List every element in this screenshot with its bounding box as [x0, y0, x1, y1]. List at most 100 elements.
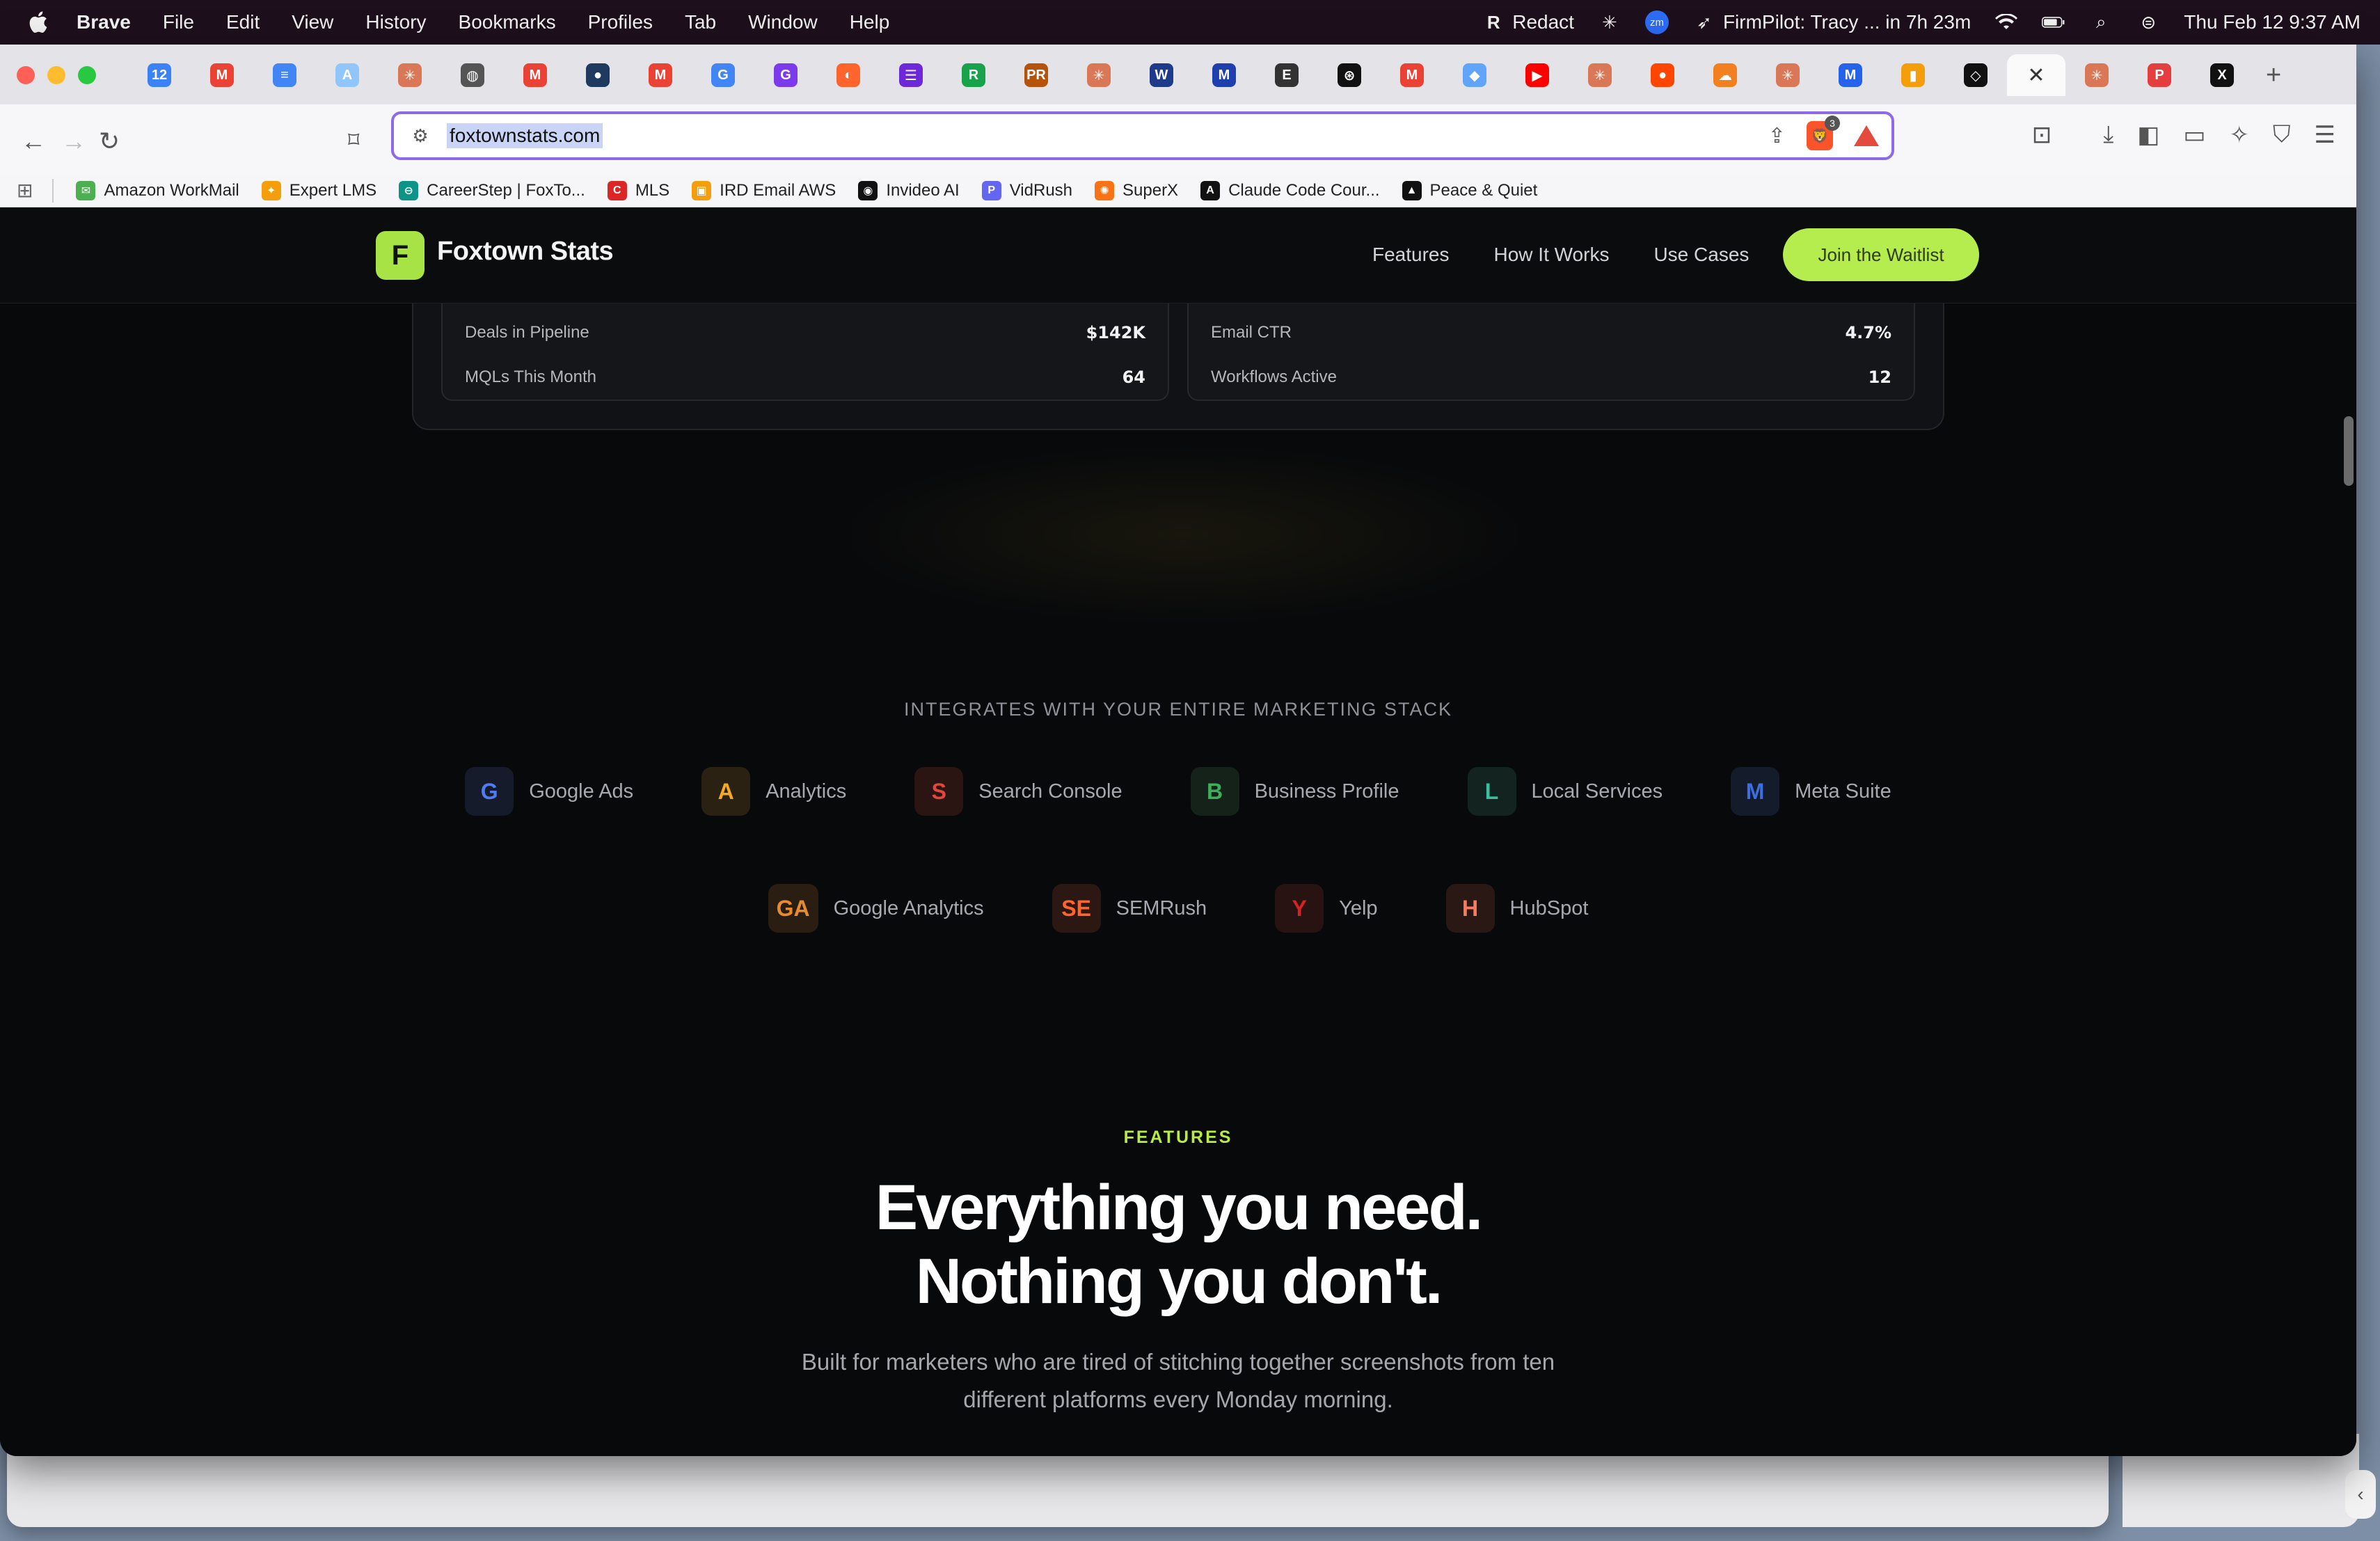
wifi-icon[interactable] — [1994, 10, 2018, 34]
bookmark-item[interactable]: C MLS — [607, 180, 669, 200]
browser-tab[interactable]: ● — [566, 54, 629, 96]
menu-view[interactable]: View — [292, 11, 333, 33]
minimize-window-button[interactable] — [47, 66, 65, 84]
sidebar-toggle-icon[interactable]: ◧ — [2137, 121, 2159, 149]
reload-icon[interactable]: ↻ — [99, 127, 120, 156]
bookmark-item[interactable]: ◉ Invideo AI — [858, 180, 960, 200]
browser-tab[interactable]: ✳ — [1068, 54, 1130, 96]
browser-tab[interactable]: ⊛ — [1318, 54, 1381, 96]
browser-tab[interactable]: R — [942, 54, 1005, 96]
battery-icon[interactable] — [2042, 10, 2065, 34]
browser-tab[interactable]: ✳ — [1569, 54, 1631, 96]
page-scrollbar[interactable] — [2344, 416, 2354, 486]
browser-tab[interactable]: A — [316, 54, 379, 96]
nav-link-use-cases[interactable]: Use Cases — [1653, 244, 1749, 266]
bookmark-item[interactable]: ✦ Expert LMS — [261, 180, 376, 200]
site-settings-icon[interactable]: ⚙ — [406, 125, 434, 147]
close-window-button[interactable] — [17, 66, 35, 84]
metric-row: MQLs This Month 64 — [465, 368, 1145, 387]
downloads-icon[interactable]: ⤓ — [2103, 121, 2113, 149]
vpn-icon[interactable]: ⛉ — [2273, 121, 2291, 149]
back-icon[interactable]: ← — [21, 127, 46, 156]
browser-tab[interactable]: ✕ — [2007, 54, 2065, 96]
browser-tab[interactable]: M — [191, 54, 253, 96]
browser-tab[interactable]: ☰ — [880, 54, 942, 96]
control-center-icon[interactable]: ⊜ — [2136, 10, 2160, 34]
browser-tab[interactable]: ● — [1631, 54, 1694, 96]
menubar-clock[interactable]: Thu Feb 12 9:37 AM — [2184, 11, 2361, 33]
bookmark-item[interactable]: ✉ Amazon WorkMail — [76, 180, 239, 200]
main-menu-icon[interactable]: ☰ — [2315, 121, 2335, 149]
browser-tab[interactable]: ▶ — [1506, 54, 1569, 96]
browser-tab[interactable]: PR — [1005, 54, 1068, 96]
browser-tab[interactable]: 12 — [128, 54, 191, 96]
bookmark-item[interactable]: ✺ SuperX — [1095, 180, 1178, 200]
bookmark-item[interactable]: A Claude Code Cour... — [1200, 180, 1380, 200]
browser-tab[interactable]: M — [629, 54, 692, 96]
claude-menubar-icon[interactable]: ✳ — [1598, 10, 1621, 34]
menu-file[interactable]: File — [163, 11, 194, 33]
site-brand-name[interactable]: Foxtown Stats — [437, 237, 614, 267]
browser-tab[interactable]: M — [1819, 54, 1882, 96]
integration-badge: H — [1445, 884, 1495, 933]
address-bar[interactable]: ⚙ foxtownstats.com ⇪ 🦁 3 — [391, 111, 1894, 160]
join-waitlist-button[interactable]: Join the Waitlist — [1783, 228, 1979, 281]
share-icon[interactable]: ⇪ — [1768, 124, 1786, 148]
apps-grid-icon[interactable]: ⊞ — [17, 179, 33, 202]
spotlight-search-icon[interactable]: ⌕ — [2089, 10, 2113, 34]
browser-tab[interactable]: ◐ — [817, 54, 880, 96]
menu-help[interactable]: Help — [850, 11, 890, 33]
browser-tab[interactable]: P — [2128, 54, 2191, 96]
menu-tab[interactable]: Tab — [685, 11, 716, 33]
redact-status[interactable]: R Redact — [1482, 10, 1574, 34]
brave-rewards-icon[interactable] — [1854, 125, 1879, 146]
tab-strip: 12 M ≡ A ✳ ◍ M ● M G G ◐ ☰ R PR ✳ W M E ⊛ M ◆ ▶ ✳ ● ☁ ✳ M ▮ ◇ ✕ ✳ P X + — [128, 54, 2329, 96]
bookmark-page-icon[interactable]: ⌑ — [348, 127, 359, 153]
integration-badge: S — [914, 767, 964, 816]
nav-link-features[interactable]: Features — [1372, 244, 1450, 266]
browser-tab[interactable]: ✳ — [2065, 54, 2128, 96]
forward-icon[interactable]: → — [61, 127, 86, 156]
youtube-icon: ▶ — [1525, 63, 1549, 87]
ambient-glow — [835, 444, 1531, 625]
firmpilot-status[interactable]: ➶ FirmPilot: Tracy ... in 7h 23m — [1692, 10, 1971, 34]
brave-shields-icon[interactable]: 🦁 3 — [1807, 116, 1840, 150]
browser-tab[interactable]: ◍ — [441, 54, 504, 96]
menu-bookmarks[interactable]: Bookmarks — [459, 11, 556, 33]
browser-tab[interactable]: ☁ — [1694, 54, 1756, 96]
browser-tab[interactable]: ◇ — [1944, 54, 2007, 96]
browser-tab[interactable]: G — [754, 54, 817, 96]
browser-tab[interactable]: E — [1255, 54, 1318, 96]
browser-tab[interactable]: M — [504, 54, 566, 96]
menu-edit[interactable]: Edit — [226, 11, 260, 33]
browser-tab[interactable]: G — [692, 54, 754, 96]
browser-tab[interactable]: M — [1381, 54, 1443, 96]
bookmark-item[interactable]: ▣ IRD Email AWS — [692, 180, 836, 200]
browser-tab[interactable]: W — [1130, 54, 1193, 96]
menu-window[interactable]: Window — [748, 11, 818, 33]
browser-tab[interactable]: ✳ — [379, 54, 441, 96]
nav-link-how-it-works[interactable]: How It Works — [1494, 244, 1610, 266]
site-logo-mark[interactable]: F — [376, 231, 425, 280]
browser-tab[interactable]: M — [1193, 54, 1255, 96]
bookmark-item[interactable]: ⊖ CareerStep | FoxTo... — [399, 180, 585, 200]
new-tab-button[interactable]: + — [2266, 61, 2281, 90]
browser-tab[interactable]: ≡ — [253, 54, 316, 96]
browser-tab[interactable]: ▮ — [1882, 54, 1944, 96]
browser-tab[interactable]: ◆ — [1443, 54, 1506, 96]
url-text[interactable]: foxtownstats.com — [447, 123, 603, 148]
apple-menu-icon[interactable] — [26, 10, 49, 35]
browser-tab[interactable]: ✳ — [1756, 54, 1819, 96]
wallet-icon[interactable]: ▭ — [2183, 121, 2205, 149]
sidebar-collapse-handle[interactable]: ‹ — [2345, 1470, 2376, 1519]
menu-app-name[interactable]: Brave — [77, 11, 131, 33]
leo-ai-icon[interactable]: ✧ — [2230, 121, 2250, 149]
browser-tab[interactable]: X — [2191, 54, 2253, 96]
bookmark-item[interactable]: P VidRush — [981, 180, 1072, 200]
fullscreen-window-button[interactable] — [78, 66, 96, 84]
bookmark-item[interactable]: ▲ Peace & Quiet — [1402, 180, 1537, 200]
menu-profiles[interactable]: Profiles — [588, 11, 653, 33]
zoom-icon[interactable]: zm — [1644, 10, 1669, 34]
reader-mode-icon[interactable]: ⊡ — [2032, 121, 2052, 149]
menu-history[interactable]: History — [365, 11, 426, 33]
